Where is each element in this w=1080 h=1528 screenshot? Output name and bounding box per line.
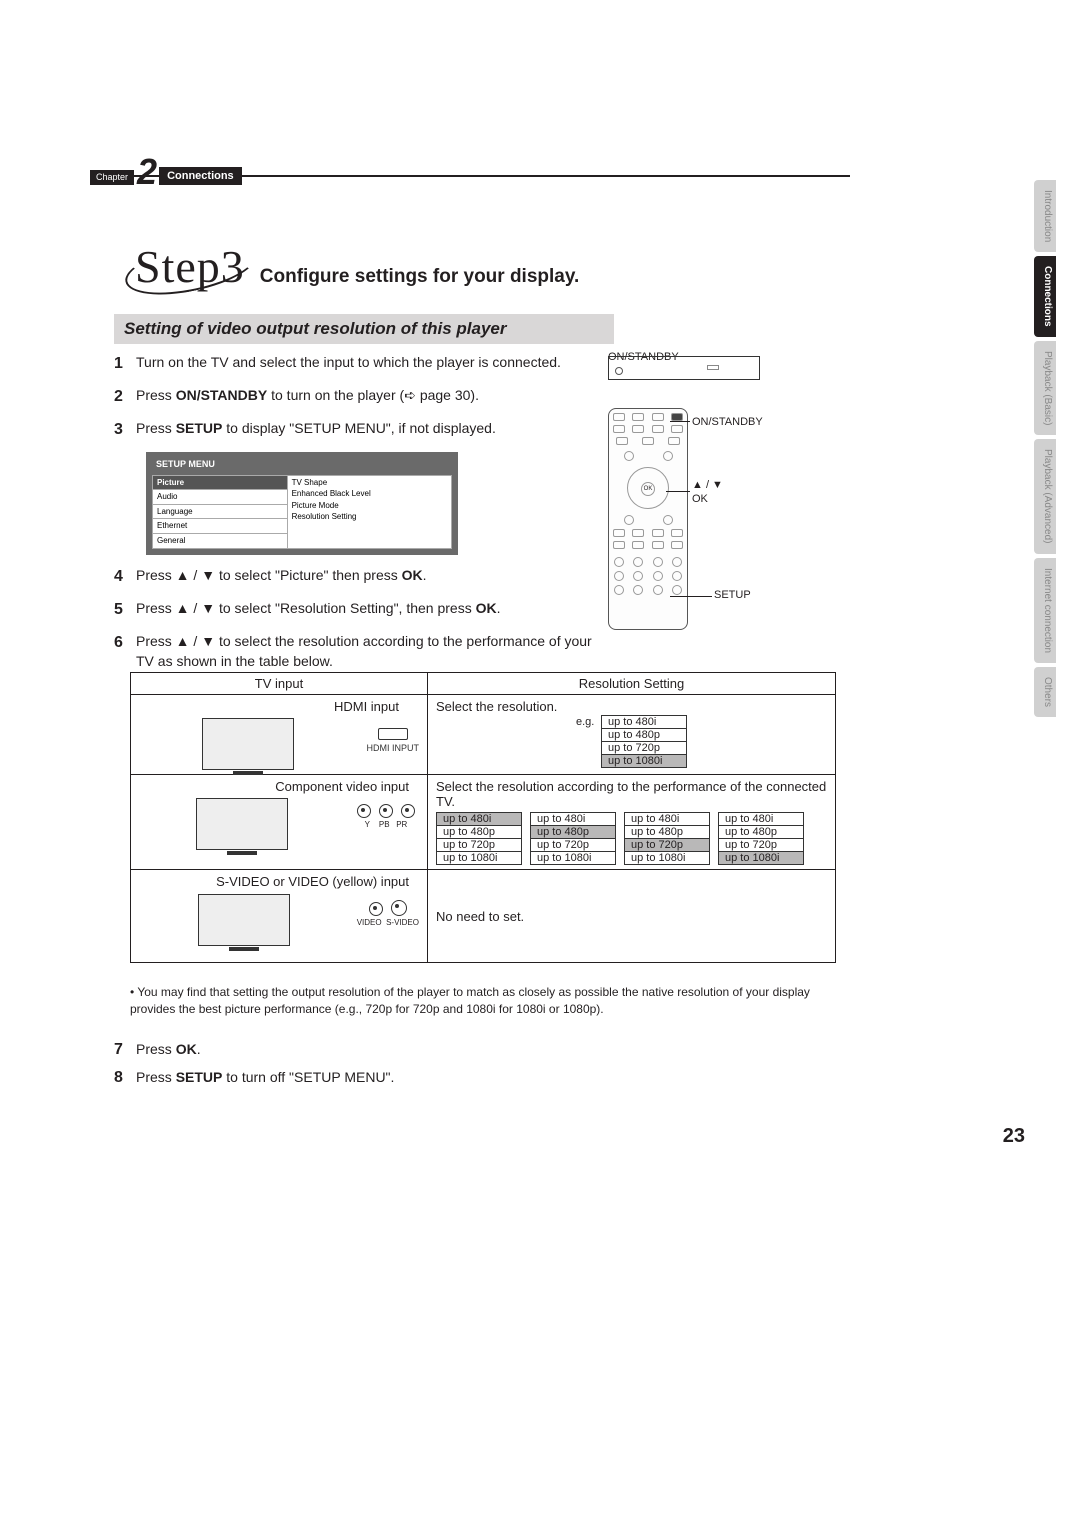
table-header-input: TV input [131, 673, 428, 695]
tab-others: Others [1034, 667, 1056, 717]
step-num-2: 2 [114, 385, 136, 408]
step-text-5: Press ▲ / ▼ to select "Resolution Settin… [136, 598, 594, 621]
step-text-4: Press ▲ / ▼ to select "Picture" then pre… [136, 565, 594, 588]
page-number: 23 [1003, 1125, 1025, 1148]
row-hdmi-setting: Select the resolution. e.g. up to 480i u… [428, 695, 836, 775]
resolution-table: TV input Resolution Setting HDMI input H… [130, 672, 836, 963]
setup-menu-screenshot: SETUP MENU Picture TV Shape Enhanced Bla… [146, 452, 458, 555]
step-text-7: Press OK. [136, 1041, 201, 1059]
tab-internet: Internet connection [1034, 558, 1056, 663]
step-num-3: 3 [114, 418, 136, 441]
row-svideo: S-VIDEO or VIDEO (yellow) input VIDEO S-… [131, 870, 428, 963]
step-num-7: 7 [114, 1041, 136, 1059]
tv-icon [198, 894, 290, 946]
step-text-8: Press SETUP to turn off "SETUP MENU". [136, 1069, 394, 1087]
tab-playback-basic: Playback (Basic) [1034, 341, 1056, 435]
step-num-8: 8 [114, 1069, 136, 1087]
step-text-3: Press SETUP to display "SETUP MENU", if … [136, 418, 594, 441]
tab-connections: Connections [1034, 256, 1056, 337]
row-component: Component video input Y PB PR [131, 775, 428, 870]
step-text-2: Press ON/STANDBY to turn on the player (… [136, 385, 594, 408]
instruction-list-2: 7 Press OK. 8 Press SETUP to turn off "S… [114, 1041, 594, 1097]
player-box-icon [608, 356, 760, 380]
step-number: Step3 [130, 240, 250, 297]
section-heading: Setting of video output resolution of th… [114, 314, 614, 344]
step-text-1: Turn on the TV and select the input to w… [136, 352, 594, 375]
tv-icon [196, 798, 288, 850]
label-setup: SETUP [714, 589, 751, 601]
step-num-4: 4 [114, 565, 136, 588]
footnote: • You may find that setting the output r… [130, 984, 830, 1018]
label-arrows-ok: ▲ / ▼OK [692, 478, 723, 507]
step-num-6: 6 [114, 631, 136, 672]
chapter-title: Connections [159, 167, 242, 185]
tab-introduction: Introduction [1034, 180, 1056, 252]
side-tabs: Introduction Connections Playback (Basic… [1034, 180, 1056, 717]
remote-illustration: ON/STANDBY ON/STANDBY ▲ / ▼OK SETUP [608, 356, 788, 630]
tv-icon [202, 718, 294, 770]
row-hdmi: HDMI input HDMI INPUT [131, 695, 428, 775]
chapter-number: 2 [137, 158, 157, 187]
chapter-badge: Chapter 2 Connections [90, 158, 242, 187]
table-header-resolution: Resolution Setting [428, 673, 836, 695]
label-on-standby-remote: ON/STANDBY [692, 416, 763, 428]
instruction-list: 1 Turn on the TV and select the input to… [114, 352, 594, 682]
step-num-5: 5 [114, 598, 136, 621]
row-component-setting: Select the resolution according to the p… [428, 775, 836, 870]
tab-playback-advanced: Playback (Advanced) [1034, 439, 1056, 554]
chapter-label: Chapter [90, 170, 134, 185]
step-title: Configure settings for your display. [260, 266, 580, 288]
step-num-1: 1 [114, 352, 136, 375]
step-text-6: Press ▲ / ▼ to select the resolution acc… [136, 631, 594, 672]
row-svideo-setting: No need to set. [428, 870, 836, 963]
